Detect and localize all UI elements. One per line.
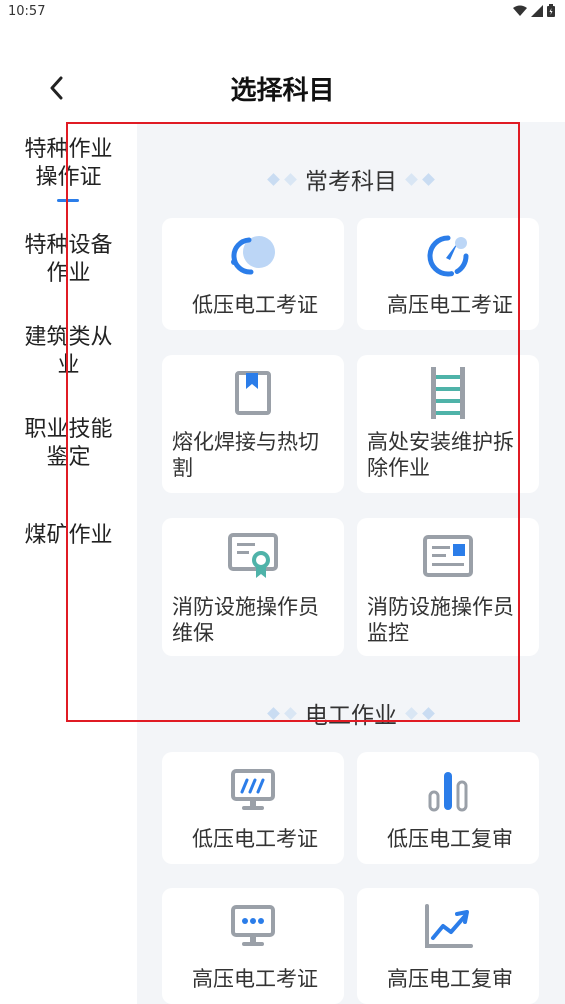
card-label: 高处安装维护拆 — [367, 430, 514, 454]
category-sidebar: 特种作业 操作证 特种设备 作业 建筑类从 业 职业技能 鉴定 煤矿作业 — [0, 122, 137, 1004]
card-label: 高压电工考证 — [192, 967, 318, 991]
subject-content: 常考科目 低压电工考证 高压电工考证 熔化焊接与热切 割 高处安装维护拆 除作业… — [137, 122, 565, 1004]
section-title-text: 常考科目 — [305, 169, 397, 195]
section-title-text: 电工作业 — [305, 703, 397, 729]
card-label: 除作业 — [367, 456, 430, 480]
sidebar-item-vocational-skill[interactable]: 职业技能 鉴定 — [0, 416, 137, 472]
card-label: 低压电工考证 — [192, 293, 318, 317]
card-label: 高压电工考证 — [387, 293, 513, 317]
diamond-decoration-icon — [267, 706, 297, 720]
subject-card-welding-cutting[interactable]: 熔化焊接与热切 割 — [162, 355, 344, 493]
signal-icon — [531, 4, 543, 17]
sidebar-item-coal-mine[interactable]: 煤矿作业 — [0, 522, 137, 550]
sidebar-item-label: 特种设备 — [24, 233, 113, 258]
status-time: 10:57 — [8, 4, 46, 19]
sidebar-item-label: 操作证 — [35, 165, 102, 190]
ladder-icon — [357, 365, 539, 421]
subject-card-high-voltage-exam-2[interactable]: 高压电工考证 — [162, 888, 344, 1004]
trend-chart-icon — [357, 904, 539, 950]
battery-icon — [547, 4, 555, 17]
subject-card-low-voltage-exam[interactable]: 低压电工考证 — [162, 218, 344, 330]
sidebar-item-special-operation[interactable]: 特种作业 操作证 — [0, 136, 137, 192]
diamond-decoration-icon — [405, 706, 435, 720]
card-label: 维保 — [172, 621, 214, 645]
certificate-icon — [162, 532, 344, 582]
card-label: 低压电工考证 — [192, 827, 318, 851]
sidebar-item-special-equipment[interactable]: 特种设备 作业 — [0, 232, 137, 288]
sidebar-item-label: 作业 — [46, 261, 91, 286]
book-icon — [162, 369, 344, 417]
card-label: 消防设施操作员 — [172, 595, 319, 619]
bubble-ring-icon — [162, 234, 344, 280]
sidebar-item-label: 鉴定 — [46, 445, 91, 470]
diamond-decoration-icon — [405, 172, 435, 186]
card-label: 熔化焊接与热切 — [172, 430, 319, 454]
id-card-icon — [357, 534, 539, 578]
sidebar-item-construction[interactable]: 建筑类从 业 — [0, 324, 137, 380]
status-bar: 10:57 — [0, 0, 565, 26]
status-icons — [513, 4, 555, 17]
subject-card-low-voltage-exam-2[interactable]: 低压电工考证 — [162, 752, 344, 864]
header: 选择科目 — [0, 60, 565, 116]
bar-chart-icon — [357, 768, 539, 814]
sidebar-item-label: 业 — [57, 353, 80, 378]
subject-card-fire-monitoring[interactable]: 消防设施操作员 监控 — [357, 518, 539, 656]
sidebar-item-label: 特种作业 — [24, 137, 113, 162]
section-title-electrician: 电工作业 — [137, 696, 565, 730]
card-label: 监控 — [367, 621, 409, 645]
card-label: 低压电工复审 — [387, 827, 513, 851]
card-label: 消防设施操作员 — [367, 595, 514, 619]
active-indicator — [57, 199, 79, 202]
subject-card-high-voltage-review[interactable]: 高压电工复审 — [357, 888, 539, 1004]
subject-card-high-altitude-install[interactable]: 高处安装维护拆 除作业 — [357, 355, 539, 493]
sidebar-item-label: 煤矿作业 — [24, 523, 113, 548]
sidebar-item-label: 职业技能 — [24, 417, 113, 442]
sidebar-item-label: 建筑类从 — [24, 325, 113, 350]
subject-card-low-voltage-review[interactable]: 低压电工复审 — [357, 752, 539, 864]
subject-card-fire-maintenance[interactable]: 消防设施操作员 维保 — [162, 518, 344, 656]
card-label: 割 — [172, 456, 193, 480]
card-label: 高压电工复审 — [387, 967, 513, 991]
diamond-decoration-icon — [267, 172, 297, 186]
wifi-icon — [513, 5, 527, 16]
page-title: 选择科目 — [230, 76, 335, 106]
monitor-chat-icon — [162, 904, 344, 948]
monitor-icon — [162, 768, 344, 812]
gauge-icon — [357, 232, 539, 280]
section-title-common: 常考科目 — [137, 162, 565, 196]
subject-card-high-voltage-exam[interactable]: 高压电工考证 — [357, 218, 539, 330]
